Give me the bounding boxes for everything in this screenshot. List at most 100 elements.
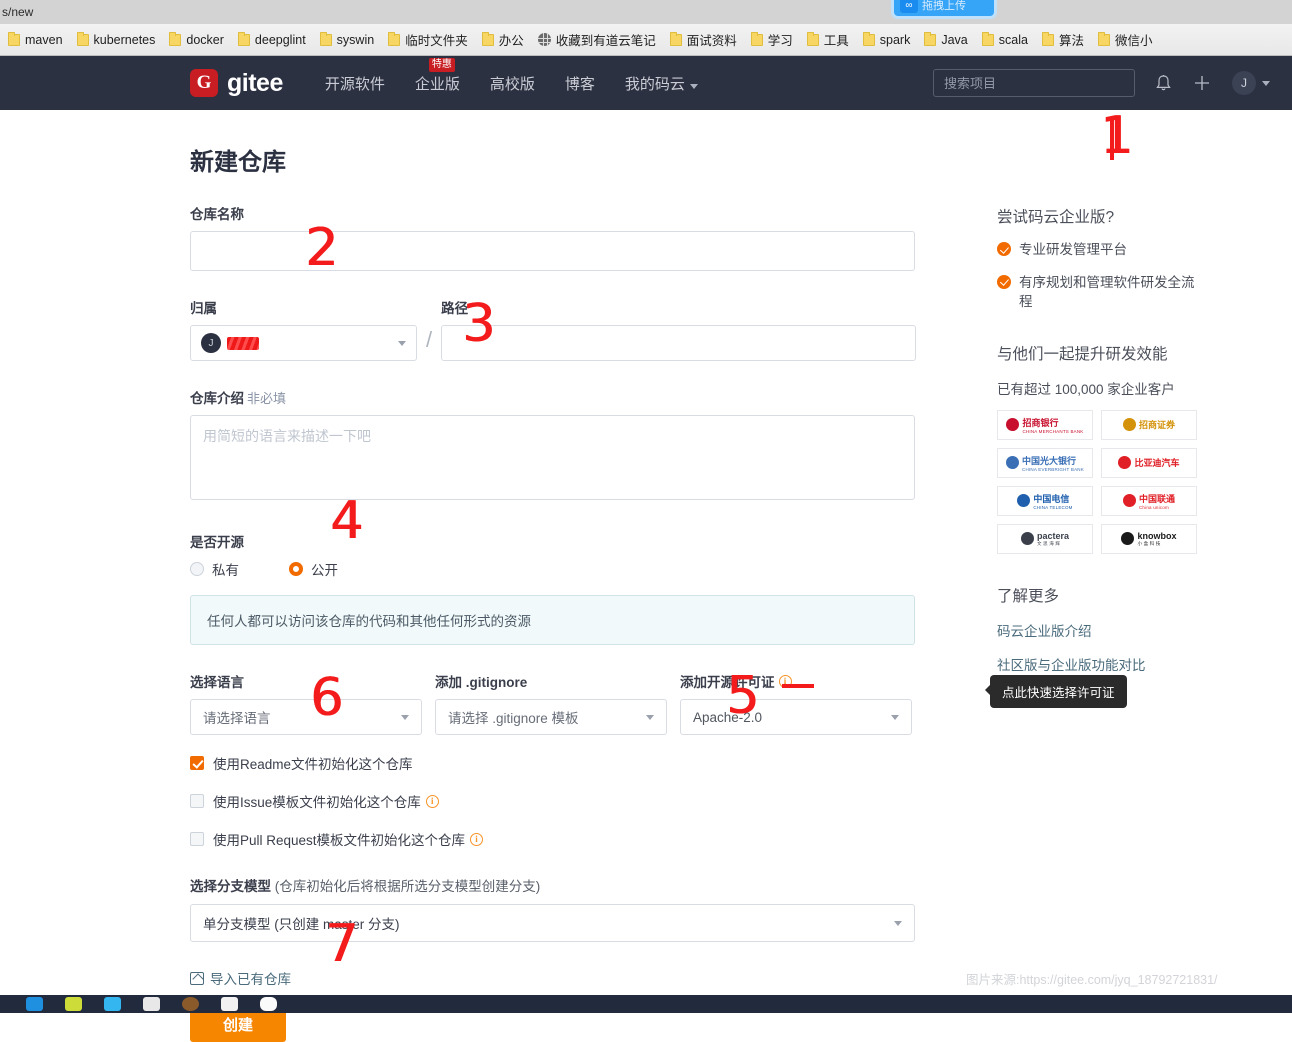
bookmark-item[interactable]: maven xyxy=(8,31,63,47)
checkbox-row-2[interactable]: 使用Pull Request模板文件初始化这个仓库 i xyxy=(190,829,915,849)
os-taskbar[interactable] xyxy=(0,995,1292,1013)
language-select[interactable]: 请选择语言 xyxy=(190,699,422,735)
branch-model-label: 选择分支模型 (仓库初始化后将根据所选分支模型创建分支) xyxy=(190,875,915,895)
bookmark-item[interactable]: 学习 xyxy=(750,30,793,49)
license-select[interactable]: Apache-2.0 xyxy=(680,699,912,735)
bookmark-item[interactable]: 算法 xyxy=(1041,30,1084,49)
bookmark-item[interactable]: docker xyxy=(169,31,224,47)
info-icon[interactable]: i xyxy=(778,674,792,688)
checkbox-label-wrap: 使用Pull Request模板文件初始化这个仓库 i xyxy=(213,829,484,849)
more-heading: 了解更多 xyxy=(997,587,1060,605)
plus-icon[interactable] xyxy=(1192,73,1212,93)
checkbox[interactable] xyxy=(190,794,204,808)
nav-item-2[interactable]: 高校版 xyxy=(490,73,535,94)
folder-icon xyxy=(388,31,401,46)
nav-label: 我的码云 xyxy=(624,75,685,93)
checkbox-row-1[interactable]: 使用Issue模板文件初始化这个仓库 i xyxy=(190,791,915,811)
owner-select[interactable]: J xyxy=(190,325,417,361)
partner-sub: CHINA MERCHANTS BANK xyxy=(1022,428,1084,434)
checkbox-label: 使用Readme文件初始化这个仓库 xyxy=(213,757,413,772)
checkbox[interactable] xyxy=(190,832,204,846)
bookmark-item[interactable]: spark xyxy=(862,31,911,47)
partner-logo-text: 比亚迪汽车 xyxy=(1134,456,1179,469)
radio-dot[interactable] xyxy=(190,562,204,576)
bookmark-item[interactable]: Java xyxy=(924,31,968,47)
bookmark-item[interactable]: syswin xyxy=(319,31,374,47)
desc-textarea[interactable] xyxy=(190,415,915,500)
bookmark-item[interactable]: 临时文件夹 xyxy=(388,30,468,49)
partner-sub: CHINA TELECOM xyxy=(1033,504,1073,510)
taskbar-icon-1[interactable] xyxy=(26,997,43,1011)
nav-item-0[interactable]: 开源软件 xyxy=(325,73,385,94)
nav-item-3[interactable]: 博客 xyxy=(565,73,595,94)
taskbar-icon-6[interactable] xyxy=(221,997,238,1011)
radio-private[interactable]: 私有 xyxy=(190,559,239,579)
path-col: 路径 xyxy=(441,297,917,361)
branch-value: 单分支模型 (只创建 master 分支) xyxy=(203,917,400,932)
bookmark-item[interactable]: scala xyxy=(981,31,1028,47)
partner-name: 招商银行 xyxy=(1022,417,1059,428)
taskbar-icon-5[interactable] xyxy=(182,997,199,1011)
bell-icon[interactable] xyxy=(1155,74,1172,93)
checkbox[interactable] xyxy=(190,756,204,770)
page-title: 新建仓库 xyxy=(190,149,286,176)
field-description: 仓库介绍 非必填 xyxy=(190,387,915,505)
bookmark-item[interactable]: deepglint xyxy=(237,31,306,47)
sidebar-link-1[interactable]: 社区版与企业版功能对比 xyxy=(997,654,1197,674)
upload-icon: ∞ xyxy=(900,0,918,13)
bookmark-item[interactable]: kubernetes xyxy=(76,31,155,47)
gitignore-select[interactable]: 请选择 .gitignore 模板 xyxy=(435,699,667,735)
field-owner-path: 归属 J / 路径 xyxy=(190,297,917,361)
license-value: Apache-2.0 xyxy=(693,709,763,725)
taskbar-icon-4[interactable] xyxy=(143,997,160,1011)
check-circle-icon xyxy=(997,274,1011,289)
nav-label: 企业版 xyxy=(414,75,460,93)
checkbox-row-0[interactable]: 使用Readme文件初始化这个仓库 xyxy=(190,753,915,773)
nav-item-1[interactable]: 企业版 特惠 xyxy=(414,57,460,94)
desc-label: 仓库介绍 非必填 xyxy=(190,387,915,407)
partner-sub: 文 思 海 辉 xyxy=(1036,540,1061,546)
bookmark-item[interactable]: 工具 xyxy=(806,30,849,49)
desc-optional-tag: 非必填 xyxy=(247,391,287,406)
radio-public[interactable]: 公开 xyxy=(289,559,338,579)
folder-icon xyxy=(750,31,763,46)
partner-logo: pactera 文 思 海 辉 xyxy=(997,523,1093,554)
visibility-radio-group[interactable]: 私有 公开 xyxy=(190,559,915,579)
import-repo-link[interactable]: 导入已有仓库 xyxy=(190,968,915,988)
info-icon[interactable]: i xyxy=(470,832,484,846)
bookmark-bar[interactable]: maven kubernetes docker deepglint syswin 临时文件… xyxy=(0,24,1292,56)
repo-name-input[interactable] xyxy=(190,231,915,271)
bookmark-item[interactable]: 办公 xyxy=(481,30,524,49)
bookmark-label: spark xyxy=(879,32,911,47)
taskbar-icon-2[interactable] xyxy=(65,997,82,1011)
path-input[interactable] xyxy=(441,325,917,361)
branch-model-select[interactable]: 单分支模型 (只创建 master 分支) xyxy=(190,904,915,942)
radio-dot[interactable] xyxy=(289,562,303,576)
chevron-down-icon xyxy=(646,714,654,720)
search-input[interactable] xyxy=(933,69,1135,97)
partner-logo: 比亚迪汽车 xyxy=(1101,447,1197,478)
drag-upload-widget[interactable]: ∞ 拖拽上传 xyxy=(894,0,994,16)
promo-sidebar: 尝试码云企业版? 专业研发管理平台 有序规划和管理软件研发全流程 与他们一起提升研… xyxy=(997,110,1197,674)
bookmark-item[interactable]: 面试资料 xyxy=(669,30,737,49)
checkbox-label: 使用Issue模板文件初始化这个仓库 xyxy=(213,795,421,810)
user-menu[interactable]: J xyxy=(1232,71,1270,95)
partner-logo: 招商证券 xyxy=(1101,409,1197,440)
check-circle-icon xyxy=(997,242,1011,256)
main-nav[interactable]: 开源软件 企业版 特惠 高校版 博客 我的码云 xyxy=(325,57,698,94)
nav-item-4[interactable]: 我的码云 xyxy=(625,73,698,94)
partner-name: 中国光大银行 xyxy=(1022,455,1077,466)
taskbar-icon-7[interactable] xyxy=(260,997,277,1011)
info-icon[interactable]: i xyxy=(425,794,439,808)
partner-name: 中国联通 xyxy=(1138,493,1175,504)
partner-sub: China unicom xyxy=(1138,504,1169,510)
gitee-logo[interactable]: G gitee xyxy=(190,69,283,98)
bookmark-item[interactable]: 收藏到有道云笔记 xyxy=(537,30,656,49)
partner-logo-mark xyxy=(1118,456,1132,470)
taskbar-icon-3[interactable] xyxy=(104,997,121,1011)
sidebar-link-0[interactable]: 码云企业版介绍 xyxy=(997,620,1197,640)
bookmark-item[interactable]: 微信小 xyxy=(1097,30,1152,49)
bookmark-label: 面试资料 xyxy=(686,34,737,48)
owner-label: 归属 xyxy=(190,301,217,316)
partner-logo-mark xyxy=(1122,418,1136,432)
